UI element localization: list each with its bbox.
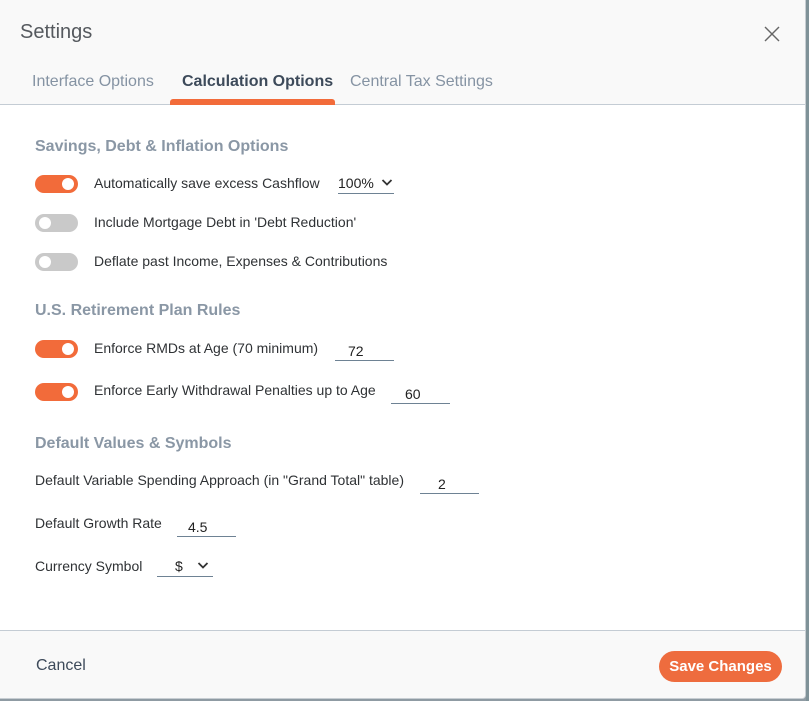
dialog-header: Settings Interface Options Calculation O…	[0, 0, 805, 105]
penalty-age-field[interactable]	[391, 380, 450, 404]
variable-spending-input[interactable]	[420, 470, 479, 492]
label-include-mortgage-debt: Include Mortgage Debt in 'Debt Reduction…	[94, 214, 357, 230]
cancel-button[interactable]: Cancel	[36, 657, 86, 675]
toggle-knob	[62, 343, 74, 355]
growth-rate-input[interactable]	[177, 513, 236, 535]
rmd-age-input[interactable]	[335, 337, 394, 359]
toggle-auto-save-cashflow[interactable]	[35, 175, 78, 193]
cashflow-percent-select[interactable]: 100%	[338, 172, 394, 194]
close-button[interactable]	[762, 24, 782, 44]
label-early-withdrawal-penalties: Enforce Early Withdrawal Penalties up to…	[94, 382, 376, 398]
penalty-age-input[interactable]	[391, 380, 450, 402]
toggle-deflate-past-income[interactable]	[35, 253, 78, 271]
toggle-knob	[62, 178, 74, 190]
section-title-retirement: U.S. Retirement Plan Rules	[35, 302, 241, 319]
currency-symbol-select[interactable]: $	[157, 555, 213, 577]
toggle-knob	[39, 217, 51, 229]
cashflow-percent-value: 100%	[338, 175, 374, 191]
tab-bar: Interface Options Calculation Options Ce…	[0, 70, 805, 105]
label-auto-save-cashflow: Automatically save excess Cashflow	[94, 175, 320, 191]
tab-central-tax-settings[interactable]: Central Tax Settings	[350, 73, 493, 91]
close-icon	[764, 26, 780, 42]
growth-rate-field[interactable]	[177, 513, 236, 537]
label-variable-spending-approach: Default Variable Spending Approach (in "…	[35, 472, 404, 488]
tab-calculation-options[interactable]: Calculation Options	[182, 73, 333, 91]
section-title-savings: Savings, Debt & Inflation Options	[35, 138, 289, 155]
rmd-age-field[interactable]	[335, 337, 394, 361]
dialog-footer: Cancel Save Changes	[0, 630, 805, 698]
save-changes-button[interactable]: Save Changes	[659, 651, 782, 682]
toggle-enforce-rmds[interactable]	[35, 340, 78, 358]
toggle-early-withdrawal-penalties[interactable]	[35, 383, 78, 401]
tab-interface-options[interactable]: Interface Options	[32, 73, 154, 91]
toggle-knob	[39, 256, 51, 268]
label-enforce-rmds: Enforce RMDs at Age (70 minimum)	[94, 340, 319, 356]
section-title-defaults: Default Values & Symbols	[35, 435, 232, 452]
label-currency-symbol: Currency Symbol	[35, 558, 143, 574]
currency-symbol-value: $	[175, 558, 183, 574]
label-default-growth-rate: Default Growth Rate	[35, 515, 162, 531]
variable-spending-field[interactable]	[420, 470, 479, 494]
chevron-down-icon	[197, 561, 209, 570]
settings-dialog: Settings Interface Options Calculation O…	[0, 0, 806, 699]
label-deflate-past-income: Deflate past Income, Expenses & Contribu…	[94, 253, 388, 269]
active-tab-indicator	[170, 99, 335, 105]
toggle-knob	[62, 386, 74, 398]
chevron-down-icon	[381, 178, 393, 187]
toggle-include-mortgage-debt[interactable]	[35, 214, 78, 232]
dialog-title: Settings	[20, 21, 93, 43]
